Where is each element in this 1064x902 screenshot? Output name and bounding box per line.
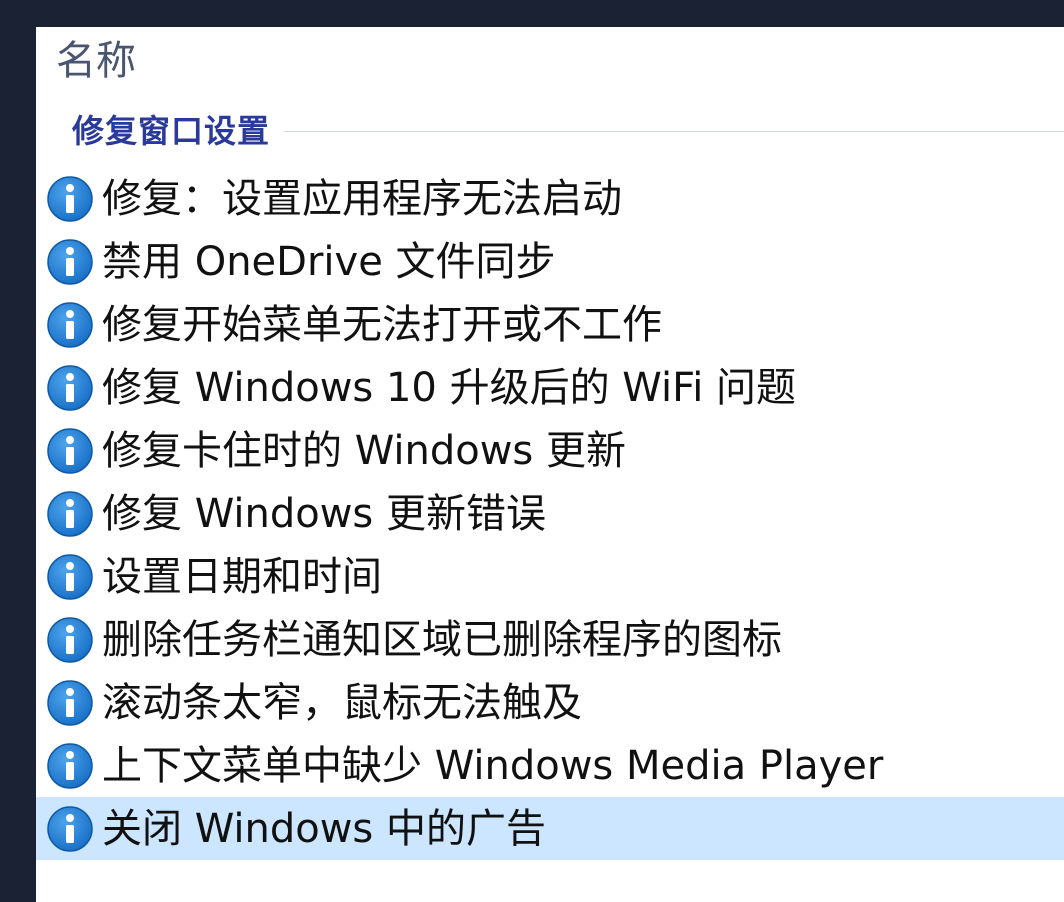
list-item-label: 禁用 OneDrive 文件同步 (102, 238, 556, 285)
list-item[interactable]: 修复卡住时的 Windows 更新 (36, 419, 1064, 482)
list-item[interactable]: 设置日期和时间 (36, 545, 1064, 608)
info-icon (47, 238, 93, 285)
info-icon (47, 679, 93, 726)
info-icon (47, 490, 93, 537)
list-item[interactable]: 修复：设置应用程序无法启动 (36, 167, 1064, 230)
list-item[interactable]: 关闭 Windows 中的广告 (36, 797, 1064, 860)
list-item-label: 修复 Windows 更新错误 (102, 490, 546, 537)
list-item-label: 修复 Windows 10 升级后的 WiFi 问题 (102, 364, 797, 411)
list-item[interactable]: 滚动条太窄，鼠标无法触及 (36, 671, 1064, 734)
list-item[interactable]: 删除任务栏通知区域已删除程序的图标 (36, 608, 1064, 671)
list-item-label: 修复：设置应用程序无法启动 (102, 175, 622, 222)
group-title: 修复窗口设置 (72, 112, 271, 150)
list-item-label: 修复卡住时的 Windows 更新 (102, 427, 626, 474)
list-item-label: 设置日期和时间 (102, 553, 382, 600)
list-item-label: 修复开始菜单无法打开或不工作 (102, 301, 662, 348)
list-item[interactable]: 修复 Windows 更新错误 (36, 482, 1064, 545)
list-item[interactable]: 上下文菜单中缺少 Windows Media Player (36, 734, 1064, 797)
list-item-label: 关闭 Windows 中的广告 (102, 805, 546, 852)
group-divider (284, 130, 1064, 132)
info-icon (47, 175, 93, 222)
info-icon (47, 616, 93, 663)
tweak-list: 修复：设置应用程序无法启动 禁用 OneDrive 文件同步修复开始菜单无法打开或… (36, 167, 1064, 860)
info-icon (47, 301, 93, 348)
list-item-label: 删除任务栏通知区域已删除程序的图标 (102, 616, 782, 663)
info-icon (47, 427, 93, 474)
list-item[interactable]: 禁用 OneDrive 文件同步 (36, 230, 1064, 293)
list-item-label: 滚动条太窄，鼠标无法触及 (102, 679, 582, 726)
info-icon (47, 364, 93, 411)
info-icon (47, 553, 93, 600)
column-header-name[interactable]: 名称 (56, 37, 136, 85)
info-icon (47, 805, 93, 852)
list-item[interactable]: 修复开始菜单无法打开或不工作 (36, 293, 1064, 356)
tweak-list-panel: 名称 修复窗口设置 修复：设置应用程序无法启动 禁用 OneDrive 文件同步修… (36, 27, 1064, 902)
list-item[interactable]: 修复 Windows 10 升级后的 WiFi 问题 (36, 356, 1064, 419)
list-item-label: 上下文菜单中缺少 Windows Media Player (102, 742, 884, 789)
info-icon (47, 742, 93, 789)
group-header: 修复窗口设置 (72, 107, 1064, 151)
